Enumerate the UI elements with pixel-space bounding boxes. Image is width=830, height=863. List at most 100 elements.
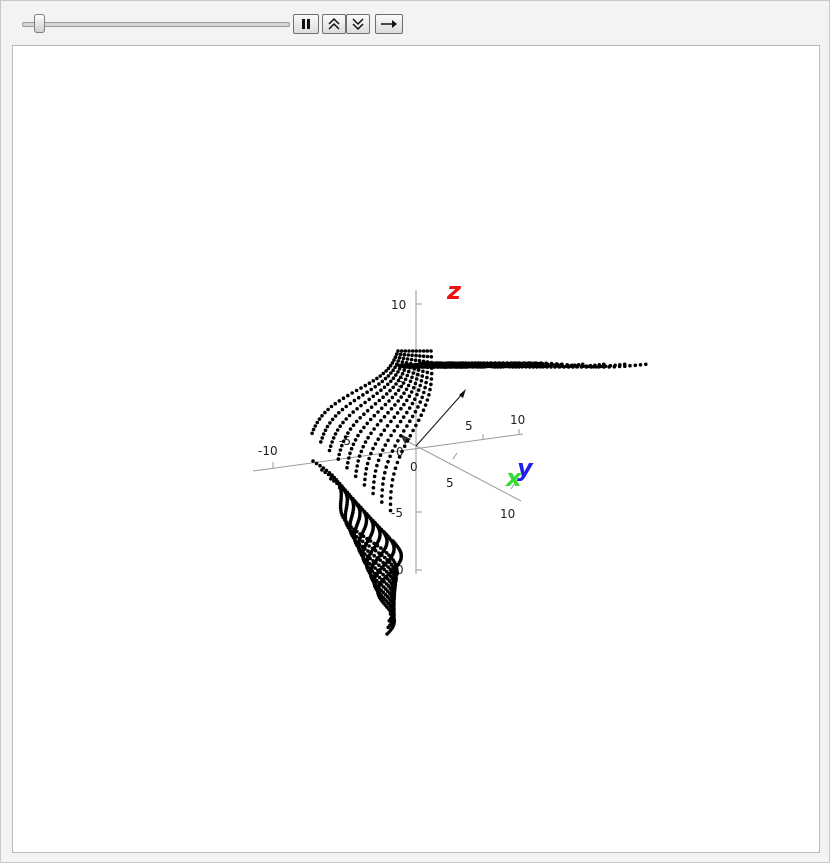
data-point — [349, 446, 354, 451]
data-point — [347, 456, 351, 460]
tick-marks — [272, 303, 520, 571]
data-point — [384, 369, 388, 373]
data-point — [365, 461, 370, 466]
data-point — [382, 428, 387, 433]
data-point — [539, 361, 543, 365]
data-point — [396, 439, 400, 443]
slider-track[interactable] — [22, 22, 290, 27]
plot-area[interactable]: 10 5 -5 -10 -10 -5 0 5 10 0 5 10 z y — [12, 45, 820, 853]
slider-thumb[interactable] — [33, 14, 45, 33]
data-point — [359, 429, 363, 434]
data-point — [346, 461, 350, 465]
data-point — [396, 388, 401, 393]
data-point — [359, 386, 363, 390]
data-point — [372, 413, 377, 418]
data-point — [427, 393, 431, 397]
data-point — [323, 410, 327, 415]
y-tick-label: 5 — [446, 476, 454, 490]
data-point — [408, 433, 413, 438]
data-point — [389, 419, 393, 424]
data-point — [396, 349, 400, 353]
direction-button[interactable] — [375, 14, 403, 34]
data-point — [396, 399, 401, 403]
data-point — [403, 349, 408, 353]
data-point — [373, 385, 378, 389]
data-point — [394, 382, 398, 386]
data-point — [425, 349, 430, 353]
3d-point-plot[interactable]: 10 5 -5 -10 -10 -5 0 5 10 0 5 10 z y — [13, 46, 819, 852]
data-point — [356, 433, 360, 438]
data-point — [362, 425, 366, 430]
data-point — [359, 403, 363, 408]
data-point — [381, 448, 385, 452]
data-point — [405, 357, 410, 361]
data-point — [343, 435, 348, 439]
data-point — [332, 479, 336, 483]
data-point — [326, 407, 330, 412]
data-point — [404, 361, 409, 365]
data-point — [422, 390, 426, 395]
data-point — [337, 452, 342, 457]
z-tick-label: 10 — [391, 298, 406, 312]
data-point — [429, 360, 434, 365]
data-point — [389, 484, 394, 488]
data-point — [386, 459, 390, 464]
data-point — [408, 365, 412, 370]
data-point — [311, 427, 316, 432]
data-point — [327, 448, 332, 453]
data-point — [363, 400, 367, 405]
data-point — [386, 410, 390, 415]
data-point — [357, 454, 362, 458]
data-point — [347, 413, 352, 418]
data-point — [402, 444, 407, 449]
slower-button[interactable] — [346, 14, 370, 34]
data-point — [400, 360, 405, 364]
data-point — [439, 364, 444, 368]
data-point — [365, 408, 370, 413]
z-axis-letter: z — [446, 277, 462, 305]
data-point — [351, 442, 356, 447]
data-point — [369, 431, 373, 436]
data-point — [410, 375, 414, 380]
data-point — [341, 439, 346, 444]
data-point — [365, 390, 369, 395]
data-point — [390, 478, 395, 482]
data-point — [381, 482, 385, 486]
data-point — [377, 398, 382, 403]
data-point — [481, 364, 486, 369]
data-point — [385, 424, 390, 428]
data-point — [356, 395, 361, 400]
data-point — [365, 421, 370, 426]
data-point — [405, 439, 410, 443]
data-point — [353, 474, 358, 479]
data-point — [402, 402, 406, 407]
data-point — [429, 366, 434, 370]
data-point — [361, 393, 365, 397]
data-point — [389, 371, 393, 375]
faster-button[interactable] — [322, 14, 346, 34]
data-point — [518, 361, 522, 366]
data-point — [333, 432, 338, 436]
data-point — [523, 361, 528, 366]
pause-button[interactable] — [293, 14, 319, 34]
data-point — [407, 394, 412, 399]
data-point — [411, 428, 415, 433]
animation-slider[interactable] — [22, 13, 290, 35]
data-point — [390, 449, 395, 453]
data-point — [544, 361, 548, 366]
data-point — [383, 376, 388, 381]
data-point — [329, 404, 334, 409]
data-point — [363, 472, 368, 476]
data-point — [379, 418, 383, 423]
data-point — [380, 488, 385, 492]
data-point — [414, 349, 419, 353]
data-point — [399, 406, 403, 411]
data-point — [371, 394, 376, 399]
data-point — [392, 472, 396, 476]
data-point — [399, 349, 404, 353]
data-point — [421, 349, 426, 353]
data-point — [320, 468, 324, 472]
data-point — [421, 364, 426, 369]
data-point — [429, 355, 434, 359]
data-point — [425, 375, 429, 380]
